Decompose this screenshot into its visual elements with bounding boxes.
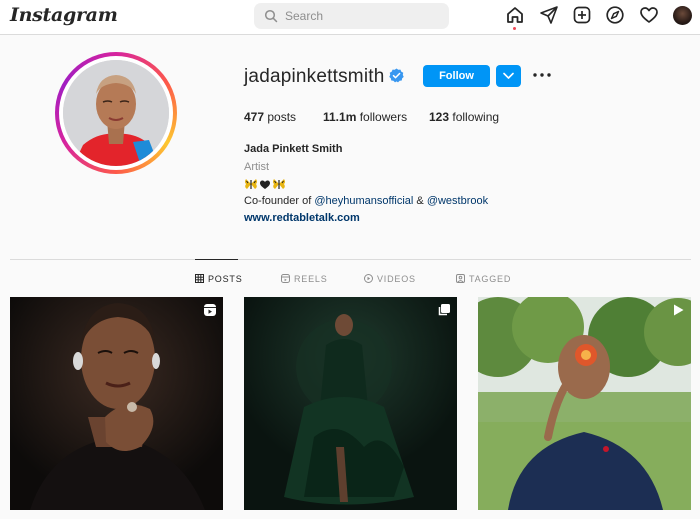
- post-thumbnail[interactable]: [478, 297, 691, 510]
- butterfly-emoji-icon: [273, 179, 285, 189]
- suggested-accounts-button[interactable]: [496, 65, 521, 87]
- post-photo: [244, 297, 457, 510]
- grid-icon: [195, 274, 204, 283]
- post-photo: [478, 297, 691, 510]
- video-icon: [674, 304, 684, 316]
- mention-link-westbrook[interactable]: @westbrook: [427, 195, 488, 207]
- activity-heart-icon[interactable]: [639, 5, 659, 25]
- post-thumbnail[interactable]: [10, 297, 223, 510]
- new-post-icon[interactable]: [572, 5, 592, 25]
- mention-link-heyhumans[interactable]: @heyhumansofficial: [314, 195, 413, 207]
- bio-emoji-icons: [245, 179, 285, 189]
- search-input[interactable]: Search: [254, 3, 449, 29]
- direct-send-icon[interactable]: [539, 5, 559, 25]
- bio-text: Co-founder of: [244, 195, 315, 207]
- notification-dot: [513, 27, 516, 30]
- post-thumbnail[interactable]: [244, 297, 457, 510]
- tab-reels[interactable]: REELS: [281, 273, 328, 285]
- explore-compass-icon[interactable]: [605, 5, 625, 25]
- tabs-divider: [10, 259, 691, 260]
- tab-posts[interactable]: POSTS: [195, 273, 245, 285]
- posts-count: 477: [244, 110, 265, 124]
- carousel-icon: [438, 304, 450, 316]
- tab-videos[interactable]: VIDEOS: [364, 273, 416, 285]
- tagged-user-icon: [456, 274, 465, 283]
- profile-category: Artist: [244, 161, 270, 173]
- followers-label: followers: [359, 110, 408, 124]
- profile-avatar-border: [59, 56, 173, 170]
- search-icon: [264, 9, 278, 23]
- bio-ampersand: &: [413, 195, 427, 207]
- video-icon: [364, 274, 373, 283]
- home-icon[interactable]: [505, 5, 525, 25]
- reels-icon: [281, 274, 290, 283]
- following-label: following: [452, 110, 500, 124]
- posts-label: posts: [267, 110, 297, 124]
- butterfly-emoji-icon: [245, 179, 257, 189]
- instagram-logo[interactable]: Instagram: [10, 4, 118, 26]
- followers-stat[interactable]: 11.1m followers: [323, 110, 407, 124]
- profile-full-name: Jada Pinkett Smith: [244, 143, 343, 155]
- profile-avatar-small[interactable]: [673, 6, 692, 25]
- heart-emoji-icon: [260, 180, 270, 189]
- posts-stat: 477 posts: [244, 110, 296, 124]
- reel-icon: [204, 304, 216, 316]
- post-photo: [10, 297, 223, 510]
- followers-count: 11.1m: [323, 110, 357, 124]
- verified-badge-icon: [389, 68, 404, 83]
- tab-tagged[interactable]: TAGGED: [456, 273, 511, 285]
- follow-button[interactable]: Follow: [423, 65, 490, 87]
- following-count: 123: [429, 110, 450, 124]
- profile-website-link[interactable]: www.redtabletalk.com: [244, 212, 360, 224]
- tab-tagged-label: TAGGED: [469, 274, 512, 284]
- profile-avatar-photo: [63, 60, 169, 166]
- profile-username: jadapinkettsmith: [244, 66, 385, 87]
- tab-reels-label: REELS: [294, 274, 328, 284]
- chevron-down-icon: [503, 72, 514, 79]
- tab-posts-label: POSTS: [208, 274, 243, 284]
- search-placeholder: Search: [285, 9, 324, 23]
- tab-videos-label: VIDEOS: [377, 274, 416, 284]
- active-tab-indicator: [195, 259, 238, 260]
- following-stat[interactable]: 123 following: [429, 110, 499, 124]
- more-options-icon[interactable]: [532, 67, 552, 83]
- profile-avatar-story-ring[interactable]: [55, 52, 177, 174]
- top-navigation-bar: Instagram Search: [0, 0, 700, 35]
- profile-bio: Co-founder of @heyhumansofficial & @west…: [244, 195, 488, 207]
